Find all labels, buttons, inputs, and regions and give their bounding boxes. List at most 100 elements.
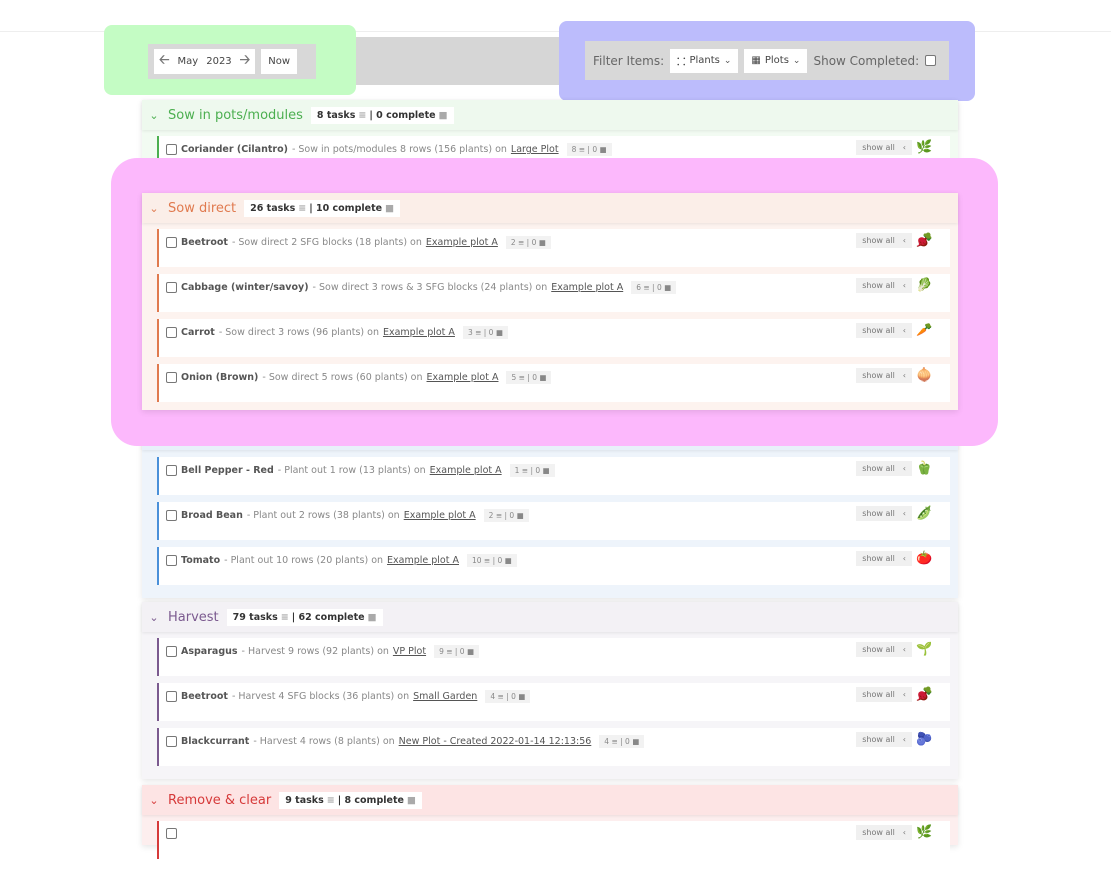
show-all-button[interactable]: show all ‹ bbox=[856, 140, 912, 155]
task-badge: 3 ≡ | 0 ■ bbox=[462, 326, 508, 339]
task-checkbox[interactable] bbox=[166, 465, 177, 476]
plot-link[interactable]: Small Garden bbox=[413, 691, 477, 702]
task-checkbox[interactable] bbox=[166, 736, 177, 747]
plants-filter-label: Plants bbox=[689, 55, 720, 66]
seedling-icon: ⸬ bbox=[677, 56, 686, 68]
task-checkbox[interactable] bbox=[166, 510, 177, 521]
section-task-count: 9 tasks ≡ | 8 complete ■ bbox=[279, 791, 422, 809]
chevron-down-icon: ⌄ bbox=[723, 55, 732, 66]
plot-link[interactable]: Example plot A bbox=[430, 465, 502, 476]
section-plant-out: ⌄ Plant out Bell Pepper - Red - Plant ou… bbox=[142, 420, 958, 598]
show-all-button[interactable]: show all ‹ bbox=[856, 368, 912, 383]
show-all-button[interactable]: show all ‹ bbox=[856, 506, 912, 521]
show-all-button[interactable]: show all ‹ bbox=[856, 825, 912, 840]
chevron-left-icon: ‹ bbox=[902, 326, 906, 335]
show-all-button[interactable]: show all ‹ bbox=[856, 687, 912, 702]
plots-filter-dropdown[interactable]: ▦ Plots ⌄ bbox=[744, 48, 808, 73]
task-row: Broad Bean - Plant out 2 rows (38 plants… bbox=[157, 502, 950, 540]
chevron-down-icon[interactable]: ⌄ bbox=[148, 202, 160, 215]
show-all-button[interactable]: show all ‹ bbox=[856, 233, 912, 248]
chevron-left-icon: ‹ bbox=[902, 645, 906, 654]
section-body: Beetroot - Sow direct 2 SFG blocks (18 p… bbox=[142, 223, 958, 410]
now-button[interactable]: Now bbox=[261, 49, 297, 74]
task-badge: 10 ≡ | 0 ■ bbox=[467, 554, 517, 567]
plot-link[interactable]: Example plot A bbox=[383, 327, 455, 338]
task-checkbox[interactable] bbox=[166, 555, 177, 566]
show-all-label: show all bbox=[862, 554, 895, 563]
beetroot-icon: 🫜 bbox=[916, 687, 933, 702]
chevron-down-icon[interactable]: ⌄ bbox=[148, 109, 160, 122]
plants-filter-dropdown[interactable]: ⸬ Plants ⌄ bbox=[670, 48, 739, 73]
blackcurrant-icon: 🫐 bbox=[916, 732, 933, 747]
chevron-down-icon[interactable]: ⌄ bbox=[148, 611, 160, 624]
section-body: show all ‹ 🌿 bbox=[142, 815, 958, 872]
task-row: Onion (Brown) - Sow direct 5 rows (60 pl… bbox=[157, 364, 950, 402]
complete-count: | 62 complete bbox=[291, 611, 365, 623]
chevron-left-icon: ‹ bbox=[902, 828, 906, 837]
square-icon: ■ bbox=[438, 109, 448, 121]
task-badge: 1 ≡ | 0 ■ bbox=[509, 464, 555, 477]
section-title: Remove & clear bbox=[168, 792, 272, 808]
task-checkbox[interactable] bbox=[166, 327, 177, 338]
section-header[interactable]: ⌄ Sow in pots/modules 8 tasks ≡ | 0 comp… bbox=[142, 100, 958, 130]
section-header[interactable]: ⌄ Remove & clear 9 tasks ≡ | 8 complete … bbox=[142, 785, 958, 815]
chevron-left-icon: ‹ bbox=[902, 236, 906, 245]
plot-link[interactable]: Large Plot bbox=[511, 144, 559, 155]
show-all-button[interactable]: show all ‹ bbox=[856, 461, 912, 476]
section-harvest: ⌄ Harvest 79 tasks ≡ | 62 complete ■ Asp… bbox=[142, 602, 958, 779]
task-description: - Sow in pots/modules 8 rows (156 plants… bbox=[291, 144, 507, 155]
chevron-left-icon: ‹ bbox=[902, 371, 906, 380]
plot-link[interactable]: New Plot - Created 2022-01-14 12:13:56 bbox=[399, 736, 592, 747]
task-checkbox[interactable] bbox=[166, 237, 177, 248]
task-checkbox[interactable] bbox=[166, 144, 177, 155]
task-row: show all ‹ 🌿 bbox=[157, 821, 950, 859]
show-all-button[interactable]: show all ‹ bbox=[856, 732, 912, 747]
year-label: 2023 bbox=[206, 56, 232, 67]
plot-link[interactable]: Example plot A bbox=[426, 237, 498, 248]
task-row: Beetroot - Sow direct 2 SFG blocks (18 p… bbox=[157, 229, 950, 267]
task-badge: 6 ≡ | 0 ■ bbox=[631, 281, 677, 294]
task-badge: 2 ≡ | 0 ■ bbox=[505, 236, 551, 249]
chevron-left-icon: ‹ bbox=[902, 464, 906, 473]
task-checkbox[interactable] bbox=[166, 646, 177, 657]
section-title: Sow direct bbox=[168, 200, 237, 216]
section-task-count: 79 tasks ≡ | 62 complete ■ bbox=[226, 608, 383, 626]
list-icon: ≡ bbox=[326, 794, 335, 806]
show-all-button[interactable]: show all ‹ bbox=[856, 278, 912, 293]
show-all-label: show all bbox=[862, 828, 895, 837]
show-all-button[interactable]: show all ‹ bbox=[856, 551, 912, 566]
chevron-down-icon[interactable]: ⌄ bbox=[148, 794, 160, 807]
task-checkbox[interactable] bbox=[166, 282, 177, 293]
plot-link[interactable]: Example plot A bbox=[387, 555, 459, 566]
section-header[interactable]: ⌄ Sow direct 26 tasks ≡ | 10 complete ■ bbox=[142, 193, 958, 223]
square-icon: ■ bbox=[367, 611, 377, 623]
task-badge: 4 ≡ | 0 ■ bbox=[599, 735, 645, 748]
show-all-button[interactable]: show all ‹ bbox=[856, 642, 912, 657]
list-icon: ≡ bbox=[280, 611, 289, 623]
show-completed-checkbox[interactable] bbox=[925, 55, 937, 66]
broad-bean-icon: 🫛 bbox=[916, 506, 933, 521]
filter-bar: Filter Items: ⸬ Plants ⌄ ▦ Plots ⌄ Show … bbox=[585, 41, 949, 80]
plant-name: Broad Bean bbox=[181, 510, 243, 521]
task-description: - Sow direct 2 SFG blocks (18 plants) on bbox=[231, 237, 422, 248]
plot-link[interactable]: Example plot A bbox=[404, 510, 476, 521]
plot-link[interactable]: VP Plot bbox=[393, 646, 426, 657]
task-badge: 2 ≡ | 0 ■ bbox=[483, 509, 529, 522]
arrow-right-icon[interactable]: 🡢 bbox=[240, 51, 251, 73]
show-all-label: show all bbox=[862, 509, 895, 518]
complete-count: | 8 complete bbox=[337, 794, 404, 806]
plot-link[interactable]: Example plot A bbox=[551, 282, 623, 293]
plot-link[interactable]: Example plot A bbox=[427, 372, 499, 383]
section-header[interactable]: ⌄ Harvest 79 tasks ≡ | 62 complete ■ bbox=[142, 602, 958, 632]
plant-name: Beetroot bbox=[181, 691, 228, 702]
show-all-button[interactable]: show all ‹ bbox=[856, 323, 912, 338]
task-badge: 4 ≡ | 0 ■ bbox=[485, 690, 531, 703]
show-all-label: show all bbox=[862, 735, 895, 744]
task-description: - Plant out 10 rows (20 plants) on bbox=[224, 555, 384, 566]
task-checkbox[interactable] bbox=[166, 372, 177, 383]
month-selector: 🡠 May 2023 🡢 bbox=[154, 49, 256, 74]
plant-name: Tomato bbox=[181, 555, 221, 566]
task-row: Tomato - Plant out 10 rows (20 plants) o… bbox=[157, 547, 950, 585]
arrow-left-icon[interactable]: 🡠 bbox=[159, 51, 170, 73]
task-checkbox[interactable] bbox=[166, 691, 177, 702]
